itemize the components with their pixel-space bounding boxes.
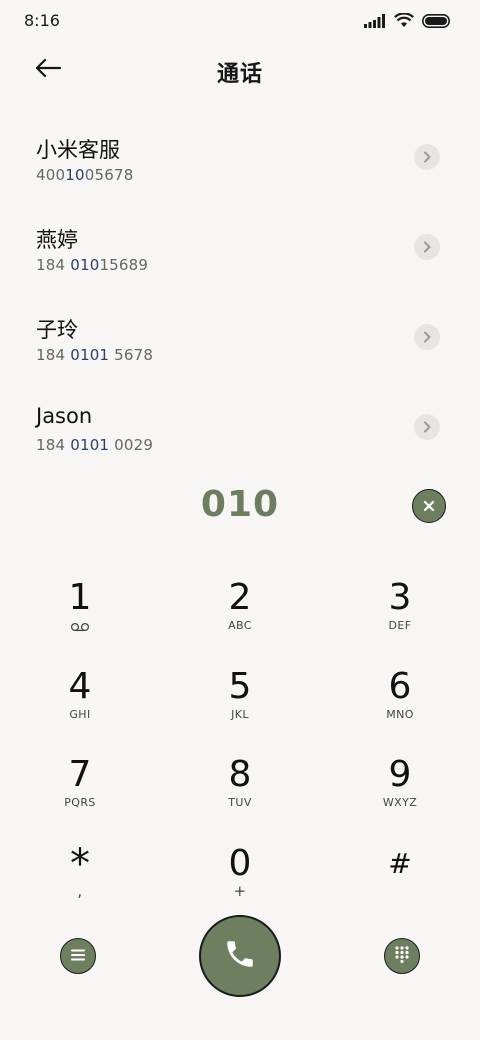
contact-number: 184 01015689 [36, 256, 149, 274]
battery-icon [422, 13, 450, 32]
key-3[interactable]: 3 DEF [340, 578, 460, 658]
key-7[interactable]: 7 PQRS [20, 755, 140, 835]
menu-button[interactable] [60, 938, 96, 974]
key-2[interactable]: 2 ABC [180, 578, 300, 658]
contact-details-button[interactable] [414, 234, 440, 260]
contact-details-button[interactable] [414, 414, 440, 440]
key-6[interactable]: 6 MNO [340, 667, 460, 747]
key-star[interactable]: * , [20, 844, 140, 924]
close-icon [423, 497, 435, 516]
header: 通话 [0, 42, 480, 98]
key-8[interactable]: 8 TUV [180, 755, 300, 835]
key-0[interactable]: 0 + [180, 844, 300, 924]
contact-name: 燕婷 [36, 228, 78, 252]
contact-number: 184 0101 0029 [36, 436, 154, 454]
contact-number: 184 0101 5678 [36, 346, 154, 364]
contact-name: Jason [36, 404, 93, 428]
dialpad-icon [394, 945, 410, 967]
status-bar: 8:16 [0, 0, 480, 42]
contact-item[interactable]: 子玲 184 0101 5678 [0, 298, 480, 388]
phone-icon [223, 937, 257, 975]
key-4[interactable]: 4 GHI [20, 667, 140, 747]
key-hash[interactable]: # [340, 844, 460, 924]
menu-icon [70, 947, 86, 966]
voicemail-icon [70, 617, 90, 636]
status-icons [364, 12, 450, 32]
key-5[interactable]: 5 JKL [180, 667, 300, 747]
contact-item[interactable]: Jason 184 0101 0029 [0, 388, 480, 478]
dialpad-toggle-button[interactable] [384, 938, 420, 974]
contact-item[interactable]: 小米客服 4001005678 [0, 118, 480, 208]
contact-list: 小米客服 4001005678 燕婷 184 01015689 子玲 184 0… [0, 118, 480, 478]
chevron-right-icon [422, 148, 432, 167]
call-button[interactable] [199, 915, 281, 997]
chevron-right-icon [422, 328, 432, 347]
contact-item[interactable]: 燕婷 184 01015689 [0, 208, 480, 298]
page-title: 通话 [216, 62, 263, 87]
key-1[interactable]: 1 [20, 578, 140, 658]
dialed-number: 010 [200, 484, 280, 525]
signal-icon [364, 13, 386, 32]
delete-button[interactable] [412, 489, 446, 523]
contact-name: 小米客服 [36, 138, 120, 162]
chevron-right-icon [422, 238, 432, 257]
contact-details-button[interactable] [414, 144, 440, 170]
contact-details-button[interactable] [414, 324, 440, 350]
contact-number: 4001005678 [36, 166, 134, 184]
contact-name: 子玲 [36, 318, 78, 342]
chevron-right-icon [422, 418, 432, 437]
action-bar [0, 914, 480, 998]
key-9[interactable]: 9 WXYZ [340, 755, 460, 835]
wifi-icon [394, 12, 414, 32]
status-time: 8:16 [24, 11, 60, 30]
